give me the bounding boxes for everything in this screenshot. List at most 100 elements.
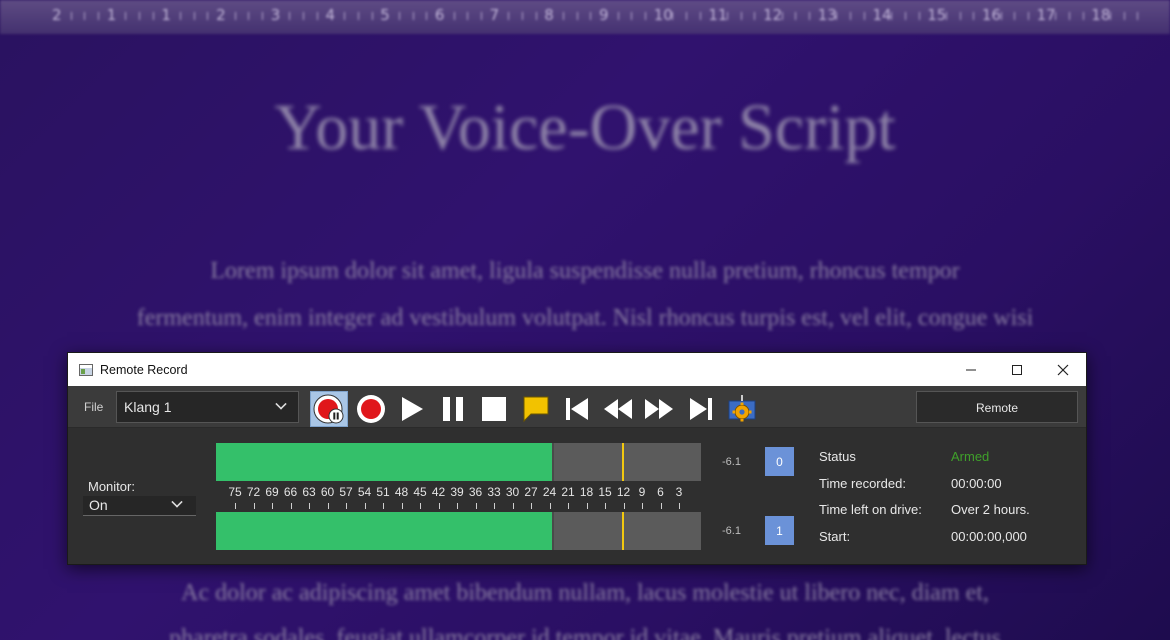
ruler-tick bbox=[453, 12, 455, 20]
db-scale-tick bbox=[457, 503, 458, 509]
start-value: 00:00:00,000 bbox=[951, 529, 1027, 544]
ruler-tick bbox=[152, 12, 154, 20]
db-scale-label: 27 bbox=[524, 485, 538, 499]
db-scale-label: 54 bbox=[357, 485, 372, 499]
ruler-tick bbox=[180, 12, 182, 20]
db-scale-tick bbox=[512, 503, 514, 509]
channel-1-badge[interactable]: 1 bbox=[765, 516, 794, 545]
meter-panel: Monitor: On 75 72 69 66 63 60 57 54 51 48 45 42 39 36… bbox=[68, 428, 1086, 564]
ruler-tick bbox=[70, 12, 72, 20]
ruler-tick bbox=[850, 12, 852, 20]
ruler-tick bbox=[289, 12, 291, 20]
ruler-number: 6 bbox=[434, 6, 445, 24]
db-readout-channel-0: -6.1 bbox=[722, 456, 741, 468]
document-ruler: 2 1 1 2 3 4 5 6 7 8 9 10 11 12 13 14 15 16 17 18 bbox=[0, 0, 1170, 34]
ruler-tick bbox=[1027, 12, 1029, 20]
db-scale-tick bbox=[494, 503, 495, 509]
skip-start-icon bbox=[566, 398, 588, 420]
ruler-tick bbox=[248, 12, 250, 20]
ruler-tick bbox=[344, 12, 346, 20]
app-window-icon bbox=[79, 363, 93, 376]
ruler-tick bbox=[316, 12, 318, 20]
play-button[interactable] bbox=[393, 391, 431, 427]
pause-button[interactable] bbox=[434, 391, 472, 427]
db-scale-label: 18 bbox=[579, 485, 594, 499]
monitor-select[interactable]: On bbox=[83, 496, 196, 516]
db-scale-label: 21 bbox=[561, 485, 575, 499]
db-scale-tick bbox=[309, 503, 310, 509]
meter-divider bbox=[552, 443, 554, 481]
rewind-button[interactable] bbox=[599, 391, 637, 427]
minimize-button[interactable] bbox=[948, 353, 994, 386]
document-title: Your Voice-Over Script bbox=[274, 91, 896, 164]
peak-marker bbox=[622, 443, 625, 481]
rewind-icon bbox=[604, 399, 632, 419]
maximize-button[interactable] bbox=[994, 353, 1040, 386]
ruler-tick bbox=[303, 12, 305, 20]
ruler-tick bbox=[193, 12, 195, 20]
db-scale: 75 72 69 66 63 60 57 54 51 48 45 42 39 36 33 30 27 24 21 18… bbox=[216, 483, 701, 511]
db-scale-label: 33 bbox=[487, 485, 501, 499]
level-meter-channel-0 bbox=[216, 443, 701, 481]
stop-button[interactable] bbox=[475, 391, 513, 427]
ruler-tick bbox=[795, 12, 797, 20]
ruler-tick bbox=[371, 12, 373, 20]
db-scale-tick bbox=[290, 503, 292, 509]
db-scale-label: 69 bbox=[265, 485, 279, 499]
db-scale-tick bbox=[401, 503, 403, 509]
ruler-number: 9 bbox=[599, 6, 609, 24]
time-left-value: Over 2 hours. bbox=[951, 502, 1030, 517]
ruler-number: 5 bbox=[380, 6, 390, 24]
skip-to-start-button[interactable] bbox=[558, 391, 596, 427]
skip-to-end-button[interactable] bbox=[682, 391, 720, 427]
ruler-tick bbox=[959, 12, 961, 20]
record-button[interactable] bbox=[352, 391, 390, 427]
ruler-number: 2 bbox=[52, 6, 62, 24]
channel-0-badge[interactable]: 0 bbox=[765, 447, 794, 476]
db-scale-tick bbox=[605, 503, 606, 509]
ruler-tick bbox=[891, 12, 893, 20]
db-scale-label: 60 bbox=[320, 485, 335, 499]
db-scale-tick bbox=[420, 503, 421, 509]
ruler-number: 12 bbox=[763, 6, 783, 24]
title-bar[interactable]: Remote Record bbox=[68, 353, 1086, 386]
db-scale-label: 12 bbox=[616, 485, 631, 499]
db-scale-label: 30 bbox=[505, 485, 520, 499]
monitor-select-value: On bbox=[89, 497, 108, 513]
ruler-tick bbox=[207, 12, 209, 20]
fast-forward-button[interactable] bbox=[640, 391, 678, 427]
transport-toolbar: File Klang 1 Remote bbox=[68, 386, 1086, 428]
remote-button[interactable]: Remote bbox=[916, 391, 1078, 423]
ruler-number: 13 bbox=[817, 6, 837, 24]
db-readout-channel-1: -6.1 bbox=[722, 525, 741, 537]
file-label: File bbox=[84, 400, 104, 414]
db-scale-tick bbox=[679, 503, 680, 509]
ruler-tick bbox=[590, 12, 592, 20]
file-select[interactable]: Klang 1 bbox=[116, 391, 299, 423]
fast-forward-icon bbox=[645, 399, 673, 419]
db-scale-tick bbox=[475, 503, 477, 509]
db-scale-tick bbox=[623, 503, 625, 509]
ruler-number: 17 bbox=[1036, 6, 1056, 24]
ruler-tick bbox=[521, 12, 523, 20]
ruler-tick bbox=[699, 12, 701, 20]
ruler-tick bbox=[672, 12, 674, 20]
ruler-number: 7 bbox=[489, 6, 500, 24]
settings-button[interactable] bbox=[723, 391, 761, 427]
record-pause-button[interactable] bbox=[310, 391, 348, 427]
ruler-tick bbox=[262, 12, 264, 20]
ruler-number: 16 bbox=[981, 6, 1001, 24]
marker-button[interactable] bbox=[517, 391, 555, 427]
ruler-tick bbox=[98, 12, 100, 20]
status-value: Armed bbox=[951, 449, 990, 464]
record-icon bbox=[357, 395, 385, 423]
peak-marker bbox=[622, 512, 625, 550]
ruler-tick bbox=[645, 12, 647, 20]
db-scale-tick bbox=[549, 503, 551, 509]
ruler-tick bbox=[754, 12, 756, 20]
close-button[interactable] bbox=[1040, 353, 1086, 386]
ruler-tick bbox=[480, 12, 482, 20]
ruler-tick bbox=[918, 12, 920, 20]
ruler-tick bbox=[508, 12, 510, 20]
db-scale-label: 15 bbox=[598, 485, 612, 499]
